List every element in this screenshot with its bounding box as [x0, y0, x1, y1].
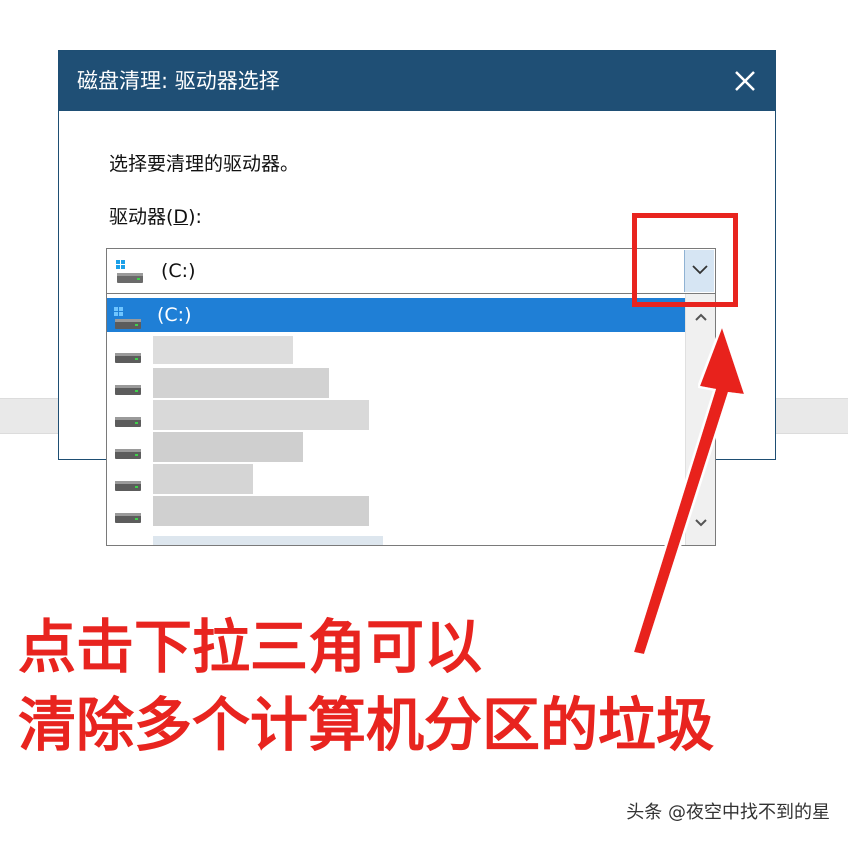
annotation-line-2: 清除多个计算机分区的垃圾	[18, 691, 715, 759]
annotation-line-1: 点击下拉三角可以	[18, 613, 483, 681]
watermark: 头条 @夜空中找不到的星	[626, 802, 830, 823]
